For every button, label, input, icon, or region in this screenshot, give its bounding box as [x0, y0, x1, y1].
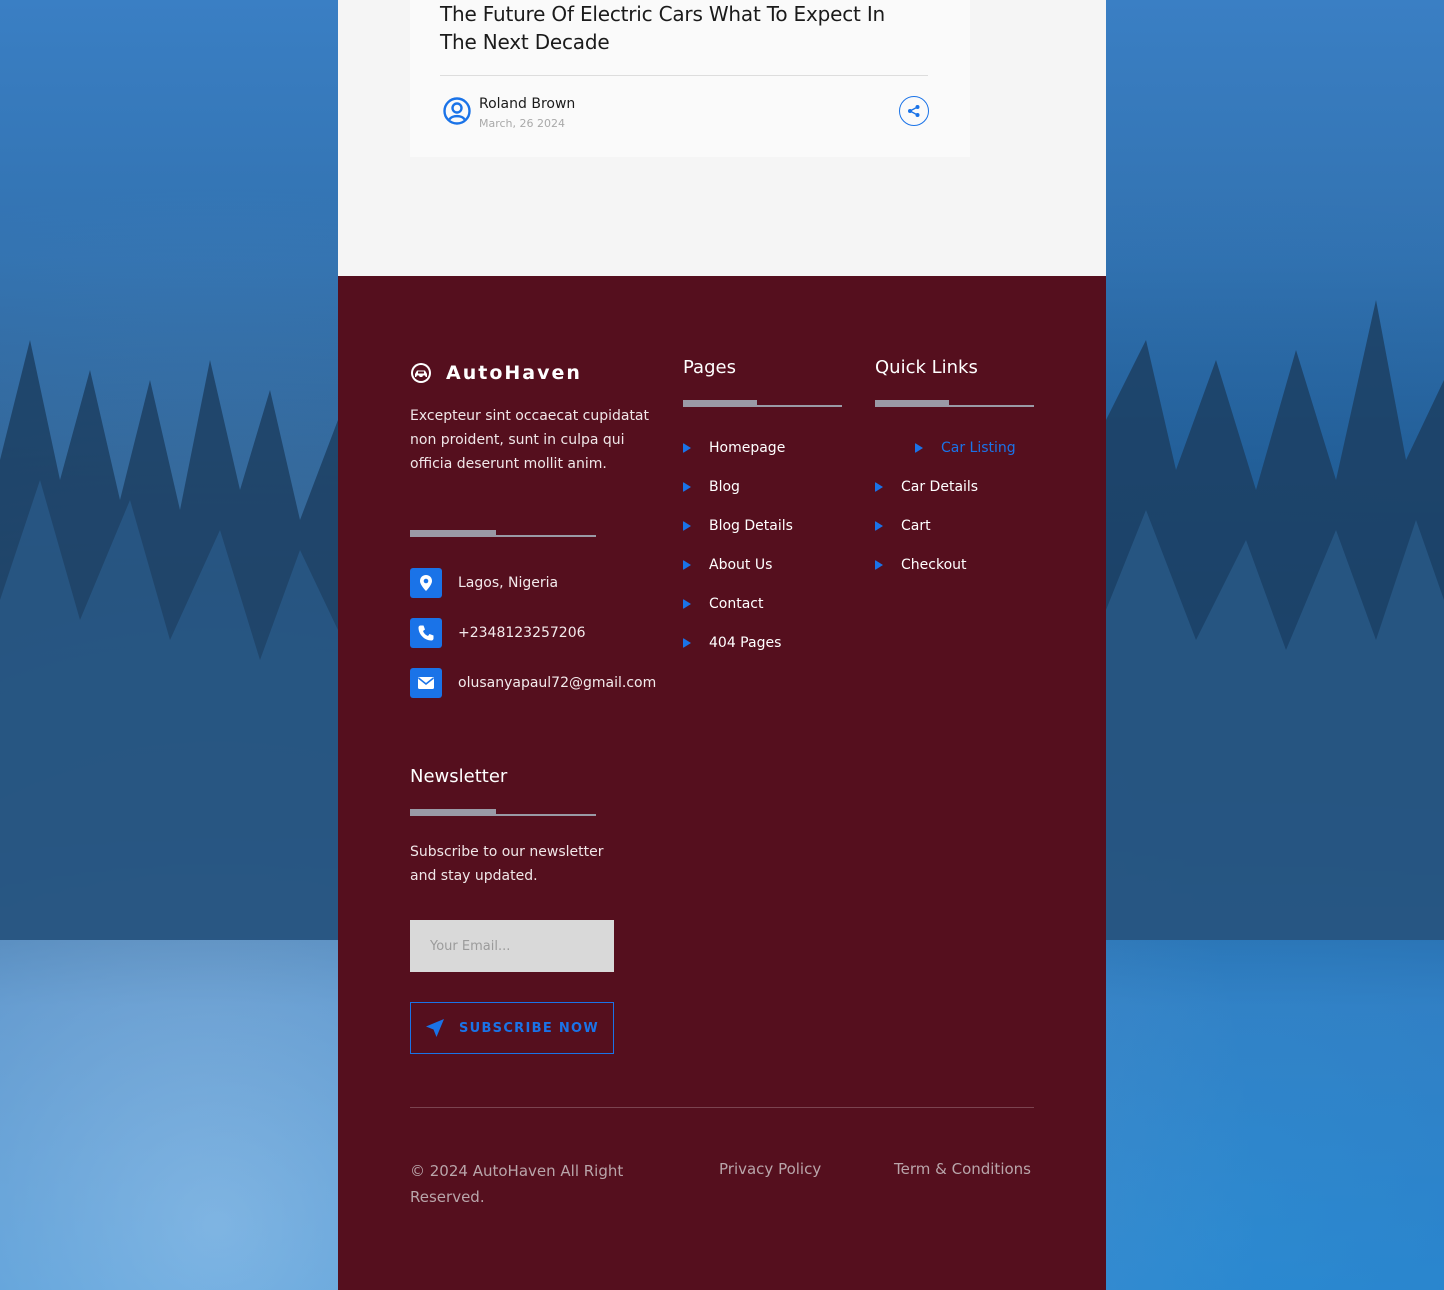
footer-link-cart[interactable]: Cart — [875, 506, 1016, 545]
blog-card[interactable]: The Future Of Electric Cars What To Expe… — [410, 0, 970, 157]
car-badge-icon — [411, 363, 431, 383]
pages-divider — [683, 400, 842, 407]
share-icon — [908, 105, 920, 117]
contact-location: Lagos, Nigeria — [410, 568, 558, 598]
footer-link-blog[interactable]: Blog — [683, 467, 793, 506]
caret-right-icon — [683, 520, 691, 531]
user-circle-icon — [443, 97, 471, 125]
caret-right-icon — [875, 559, 883, 570]
about-divider — [410, 530, 596, 537]
footer-link-car-listing[interactable]: Car Listing — [875, 428, 1016, 467]
caret-right-icon — [683, 598, 691, 609]
page: The Future Of Electric Cars What To Expe… — [338, 0, 1106, 1290]
blog-section: The Future Of Electric Cars What To Expe… — [338, 0, 1106, 276]
footer-link-checkout[interactable]: Checkout — [875, 545, 1016, 584]
caret-right-icon — [683, 481, 691, 492]
caret-right-icon — [683, 442, 691, 453]
blog-title[interactable]: The Future Of Electric Cars What To Expe… — [440, 0, 910, 56]
privacy-policy-link[interactable]: Privacy Policy — [719, 1160, 821, 1178]
newsletter-title: Newsletter — [410, 766, 508, 787]
phone-icon — [410, 618, 442, 648]
map-pin-icon — [410, 568, 442, 598]
brand-logo[interactable]: AutoHaven — [410, 362, 582, 384]
footer-link-blog-details[interactable]: Blog Details — [683, 506, 793, 545]
snowy-trees-left — [0, 340, 338, 940]
mail-icon — [410, 668, 442, 698]
snowy-trees-right — [1106, 300, 1444, 940]
send-icon — [425, 1019, 444, 1037]
caret-right-icon — [875, 520, 883, 531]
contact-email[interactable]: olusanyapaul72@gmail.com — [410, 668, 656, 698]
footer-link-homepage[interactable]: Homepage — [683, 428, 793, 467]
quick-links-title: Quick Links — [875, 357, 978, 378]
subscribe-button-label: SUBSCRIBE NOW — [458, 1020, 600, 1036]
pages-title: Pages — [683, 357, 736, 378]
contact-address: Lagos, Nigeria — [458, 575, 559, 591]
newsletter-divider — [410, 809, 596, 816]
contact-phone-number[interactable]: +2348123257206 — [458, 625, 586, 641]
caret-right-icon — [683, 637, 691, 648]
footer-link-contact[interactable]: Contact — [683, 584, 793, 623]
contact-email-address[interactable]: olusanyapaul72@gmail.com — [458, 675, 656, 691]
pages-list: Homepage Blog Blog Details About Us Cont… — [683, 428, 793, 662]
newsletter-text: Subscribe to our newsletter and stay upd… — [410, 844, 604, 884]
share-button[interactable] — [899, 96, 929, 126]
caret-right-icon — [915, 442, 923, 453]
newsletter-email-input[interactable] — [410, 920, 614, 972]
caret-right-icon — [875, 481, 883, 492]
card-divider — [440, 75, 928, 76]
copyright-text: © 2024 AutoHaven All Right Reserved. — [410, 1162, 624, 1206]
site-footer: AutoHaven Excepteur sint occaecat cupida… — [338, 276, 1106, 1290]
caret-right-icon — [683, 559, 691, 570]
footer-link-car-details[interactable]: Car Details — [875, 467, 1016, 506]
quick-links-divider — [875, 400, 1034, 407]
footer-link-about-us[interactable]: About Us — [683, 545, 793, 584]
subscribe-button[interactable]: SUBSCRIBE NOW — [410, 1002, 614, 1054]
footer-divider — [410, 1107, 1034, 1108]
footer-link-404-pages[interactable]: 404 Pages — [683, 623, 793, 662]
brand-name: AutoHaven — [446, 362, 582, 384]
post-date: March, 26 2024 — [479, 117, 566, 130]
terms-conditions-link[interactable]: Term & Conditions — [894, 1160, 1031, 1178]
about-text: Excepteur sint occaecat cupidatat non pr… — [410, 408, 649, 472]
contact-phone[interactable]: +2348123257206 — [410, 618, 586, 648]
quick-links-list: Car Listing Car Details Cart Checkout — [875, 428, 1016, 584]
author-name: Roland Brown — [479, 96, 576, 112]
